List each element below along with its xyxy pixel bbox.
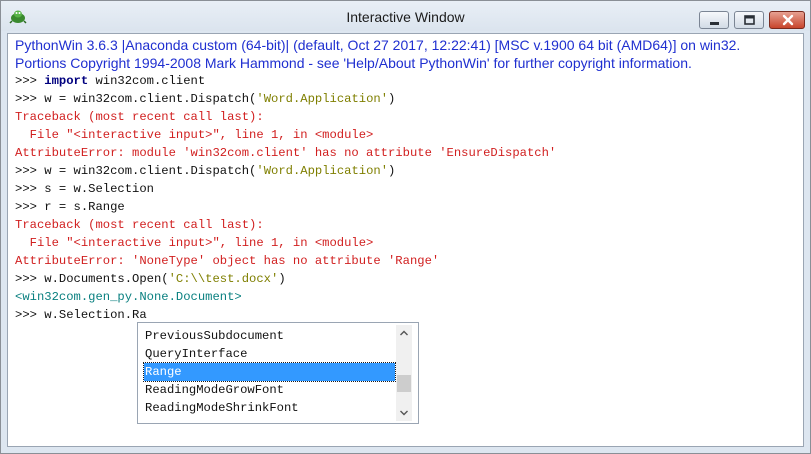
autocomplete-item[interactable]: QueryInterface [145,345,395,363]
open-call: w.Documents.Open( [44,272,169,286]
autocomplete-list[interactable]: PreviousSubdocument QueryInterface Range… [137,322,419,424]
prompt: >>> [15,182,45,196]
string-literal: 'Word.Application' [256,164,389,178]
prompt: >>> [15,308,45,322]
scroll-up-button[interactable] [396,325,412,341]
current-input-line[interactable]: >>> w.Selection.Ra [15,308,147,322]
console-line-selection: >>> s = w.Selection [15,182,154,196]
console-line-dispatch: >>> w = win32com.client.Dispatch('Word.A… [15,164,395,178]
close-paren: ) [388,92,396,106]
autocomplete-item[interactable]: ReadingModeGrowFont [145,381,395,399]
console-line-dispatch: >>> w = win32com.client.Dispatch('Word.A… [15,92,395,106]
title-bar[interactable]: Interactive Window [1,1,810,31]
error-message: AttributeError: module 'win32com.client'… [15,146,557,160]
selection-cmd: s = w.Selection [44,182,154,196]
dispatch-call: w = win32com.client.Dispatch( [44,92,257,106]
prompt: >>> [15,200,45,214]
maximize-button[interactable] [734,11,764,29]
minimize-button[interactable] [699,11,729,29]
dispatch-call: w = win32com.client.Dispatch( [44,164,257,178]
autocomplete-scrollbar[interactable] [396,325,412,421]
prompt: >>> [15,74,45,88]
prompt: >>> [15,164,45,178]
traceback-header: Traceback (most recent call last): [15,110,264,124]
scroll-thumb[interactable] [397,375,411,392]
current-input-text[interactable]: w.Selection.Ra [44,308,146,322]
error-message: AttributeError: 'NoneType' object has no… [15,254,440,268]
console-line-range: >>> r = s.Range [15,200,125,214]
result-output: <win32com.gen_py.None.Document> [15,290,242,304]
console-line-open: >>> w.Documents.Open('C:\\test.docx') [15,272,286,286]
autocomplete-item-selected[interactable]: Range [143,362,396,382]
console-line-import: >>> import win32com.client [15,74,205,88]
interactive-window: Interactive Window PythonWin 3.6.3 |Anac… [0,0,811,454]
close-paren: ) [278,272,286,286]
keyword-import: import [44,74,89,88]
autocomplete-item[interactable]: PreviousSubdocument [145,327,395,345]
import-module: win32com.client [88,74,206,88]
banner-version-line: PythonWin 3.6.3 |Anaconda custom (64-bit… [15,37,741,53]
chevron-up-icon [396,326,412,345]
banner-copyright-line: Portions Copyright 1994-2008 Mark Hammon… [15,55,692,71]
string-literal: 'Word.Application' [256,92,389,106]
window-title: Interactive Window [346,9,465,25]
traceback-file: File "<interactive input>", line 1, in <… [15,128,374,142]
string-literal: 'C:\\test.docx' [168,272,279,286]
autocomplete-item[interactable]: ReadingModeShrinkFont [145,399,395,417]
range-cmd: r = s.Range [44,200,125,214]
console-output[interactable]: PythonWin 3.6.3 |Anaconda custom (64-bit… [7,33,804,447]
prompt: >>> [15,272,45,286]
prompt: >>> [15,92,45,106]
traceback-file: File "<interactive input>", line 1, in <… [15,236,374,250]
close-button[interactable] [769,11,805,29]
traceback-header: Traceback (most recent call last): [15,218,264,232]
scroll-down-button[interactable] [396,405,412,421]
close-paren: ) [388,164,396,178]
chevron-down-icon [396,406,412,425]
